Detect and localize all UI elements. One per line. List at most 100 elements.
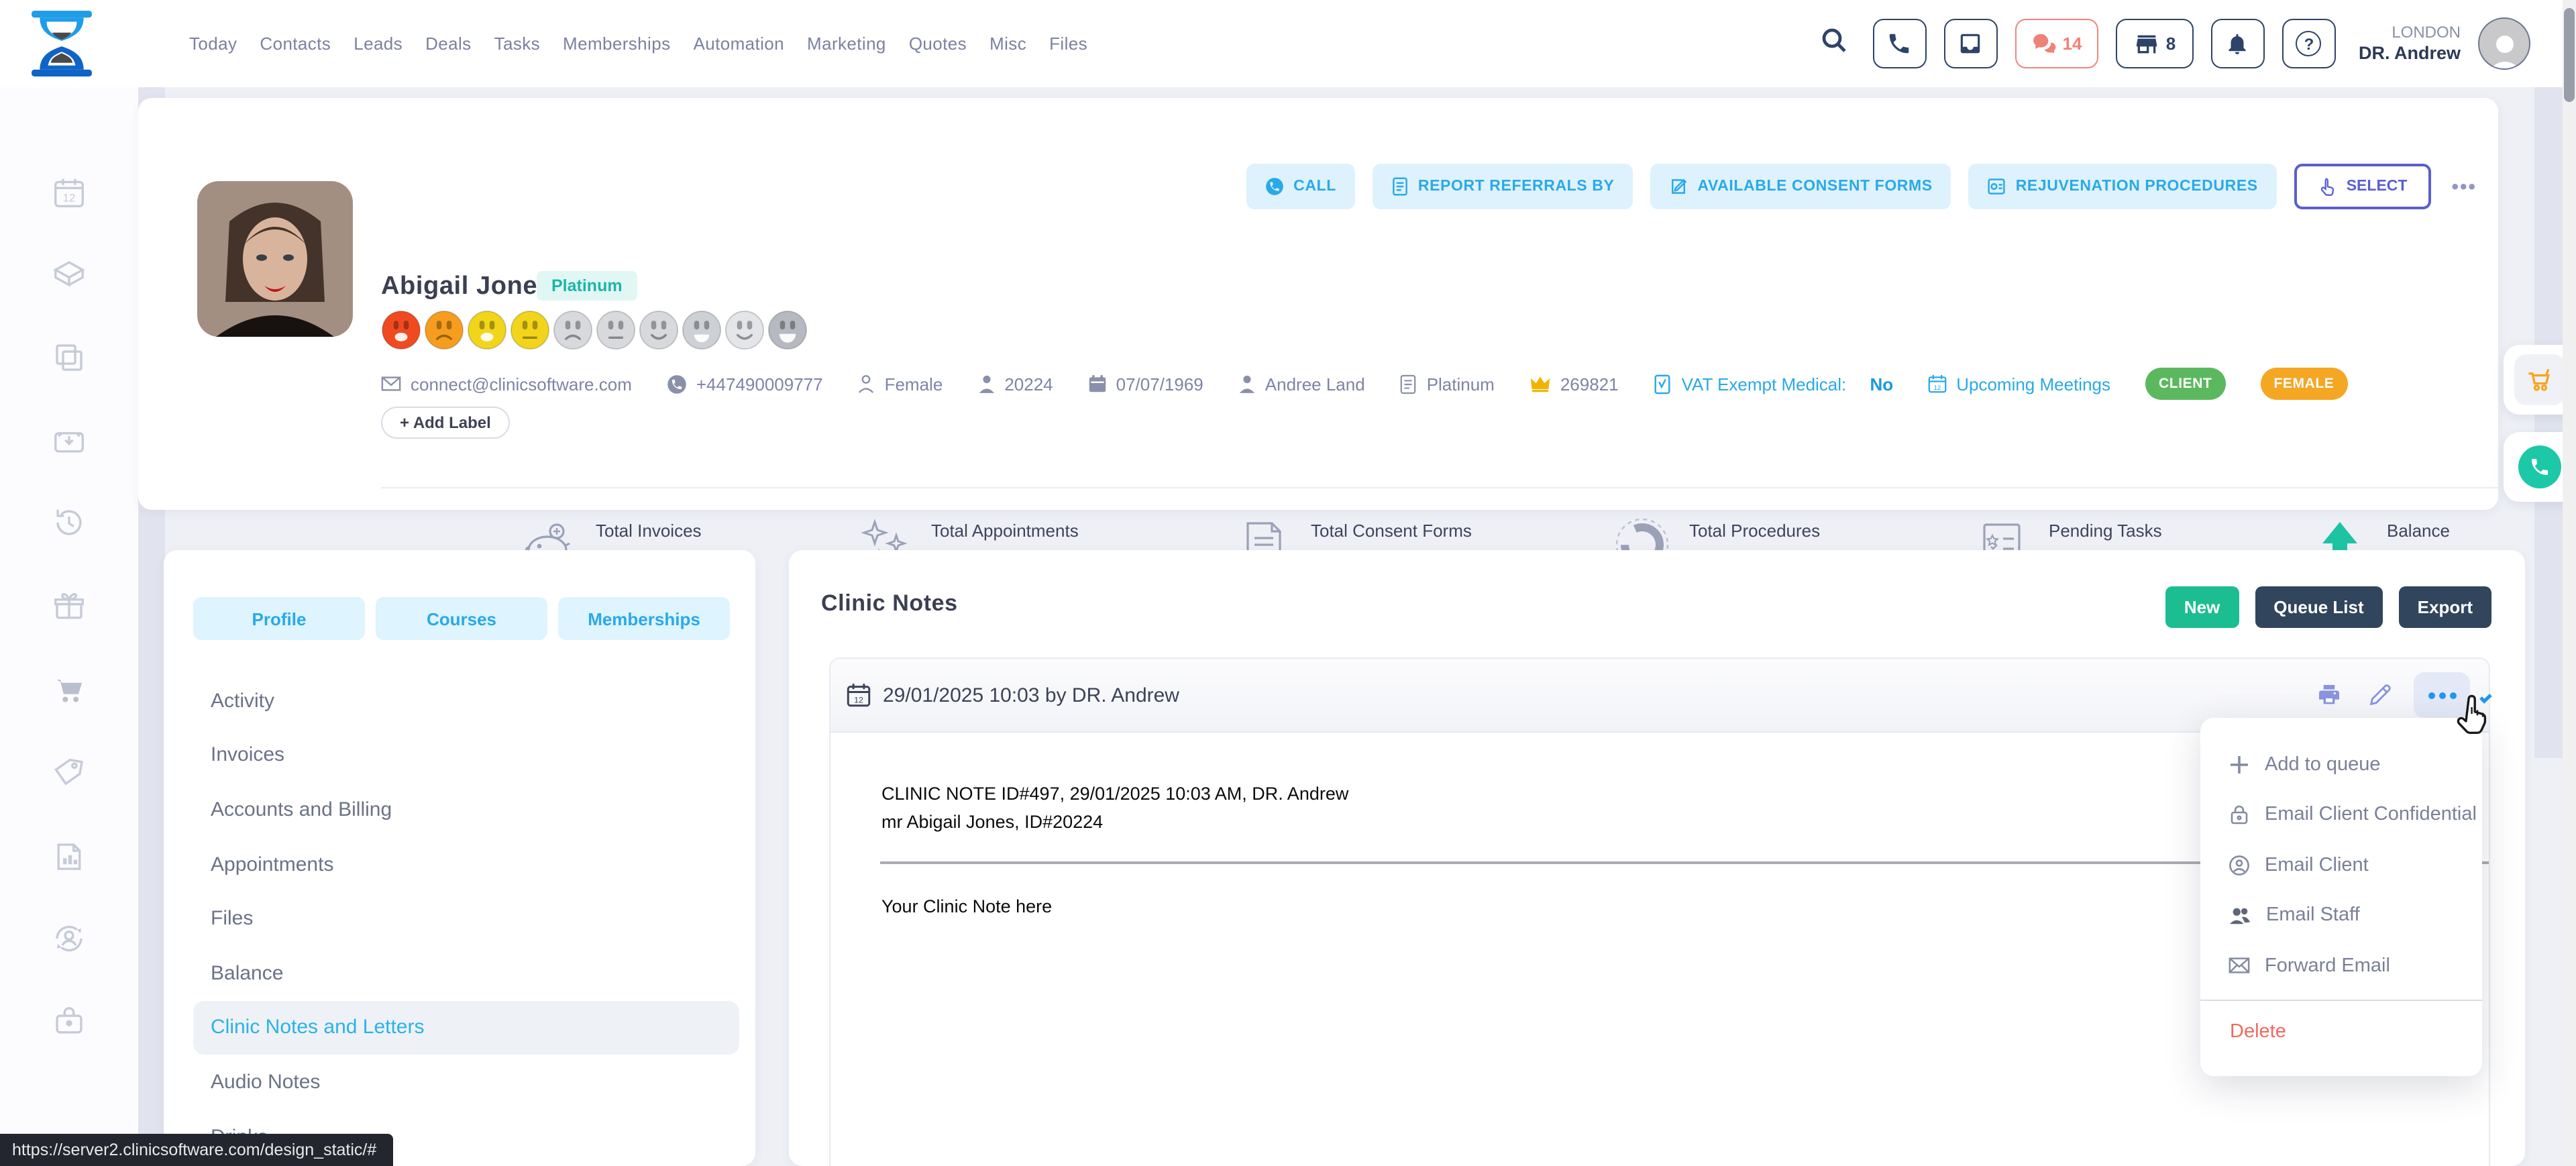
tab-courses[interactable]: Courses	[376, 597, 547, 640]
queue-list-button[interactable]: Queue List	[2255, 586, 2382, 628]
mood-face[interactable]	[553, 310, 593, 350]
mood-face[interactable]	[596, 310, 636, 350]
section-title: Clinic Notes	[821, 590, 958, 617]
menu-email-staff[interactable]: Email Staff	[2200, 890, 2482, 941]
print-icon[interactable]	[2312, 678, 2347, 712]
consent-forms-button[interactable]: AVAILABLE CONSENT FORMS	[1650, 164, 1951, 209]
person-icon	[977, 374, 995, 393]
tag-icon[interactable]	[51, 755, 87, 792]
mood-face[interactable]	[467, 310, 507, 350]
select-button[interactable]: SELECT	[2294, 164, 2432, 209]
tab-memberships[interactable]: Memberships	[558, 597, 730, 640]
mood-face[interactable]	[724, 310, 765, 350]
search-icon[interactable]	[1821, 27, 1847, 60]
consent-icon	[1669, 177, 1688, 196]
mood-face[interactable]	[424, 310, 464, 350]
inbox-icon[interactable]	[1944, 19, 1998, 68]
nav-item[interactable]: Misc	[989, 34, 1026, 54]
mood-face[interactable]	[639, 310, 679, 350]
user-info[interactable]: LONDON DR. Andrew	[2359, 22, 2461, 65]
new-note-button[interactable]: New	[2165, 586, 2239, 628]
menu-delete[interactable]: Delete	[2200, 1007, 2482, 1057]
nav-item[interactable]: Files	[1049, 34, 1087, 54]
phone-icon	[2529, 456, 2551, 478]
profile-menu: Activity Invoices Accounts and Billing A…	[164, 674, 755, 1164]
notifications-icon[interactable]	[2211, 19, 2265, 68]
menu-item-audio-notes[interactable]: Audio Notes	[164, 1055, 755, 1109]
nav-item[interactable]: Deals	[425, 34, 472, 54]
nav-item[interactable]: Today	[189, 34, 237, 54]
page-scrollbar[interactable]	[2563, 0, 2576, 1166]
report-referrals-button[interactable]: REPORT REFERRALS BY	[1373, 164, 1633, 209]
pos-count: 8	[2166, 34, 2176, 54]
cart-icon	[2525, 365, 2555, 394]
person-icon	[858, 374, 875, 393]
redeem-icon[interactable]	[51, 423, 87, 459]
mood-face[interactable]	[767, 310, 808, 350]
locker-icon[interactable]	[51, 1004, 87, 1040]
add-label-button[interactable]: + Add Label	[381, 407, 510, 439]
menu-email-client[interactable]: Email Client	[2200, 840, 2482, 890]
rejuvenation-button[interactable]: REJUVENATION PROCEDURES	[1969, 164, 2277, 209]
gift-icon[interactable]	[51, 589, 87, 625]
upcoming-meetings-link[interactable]: 12 Upcoming Meetings	[1928, 374, 2110, 394]
divider	[381, 487, 2576, 488]
nav-item[interactable]: Tasks	[494, 34, 540, 54]
patient-id: 20224	[977, 374, 1053, 394]
history-icon[interactable]	[51, 505, 87, 541]
nav-item[interactable]: Contacts	[260, 34, 331, 54]
nav-item[interactable]: Memberships	[563, 34, 670, 54]
client-sync-icon[interactable]	[51, 920, 87, 957]
package-icon[interactable]	[51, 256, 87, 293]
patient-phone[interactable]: +447490009777	[667, 374, 823, 394]
vat-exempt-link[interactable]: VAT Exempt Medical: No	[1654, 374, 1894, 394]
messages-icon[interactable]: 14	[2015, 19, 2098, 68]
nav-item[interactable]: Automation	[694, 34, 785, 54]
svg-text:12: 12	[1934, 384, 1941, 392]
export-button[interactable]: Export	[2399, 586, 2491, 628]
clinicsoftware-logo-icon[interactable]	[27, 11, 97, 83]
report-icon[interactable]	[51, 839, 87, 875]
menu-item-appointments[interactable]: Appointments	[164, 837, 755, 892]
call-button[interactable]: CALL	[1246, 164, 1355, 209]
edit-icon[interactable]	[2363, 678, 2398, 712]
mood-face[interactable]	[381, 310, 421, 350]
call-icon	[1265, 177, 1284, 196]
phone-icon[interactable]	[1873, 19, 1927, 68]
calendar-icon[interactable]: 12	[51, 174, 87, 211]
scrollbar-thumb[interactable]	[2564, 8, 2575, 102]
cart-icon[interactable]	[51, 672, 87, 708]
note-more-icon[interactable]	[2414, 672, 2470, 718]
clinicsoftware-app: Today Contacts Leads Deals Tasks Memberships A…	[0, 0, 2576, 1166]
copy-icon[interactable]	[51, 339, 87, 376]
help-icon[interactable]: ?	[2282, 19, 2336, 68]
lock-icon	[2229, 804, 2250, 826]
menu-divider	[2200, 999, 2482, 1000]
menu-item-invoices[interactable]: Invoices	[164, 728, 755, 782]
patient-email[interactable]: connect@clinicsoftware.com	[381, 374, 632, 394]
messages-count: 14	[2063, 34, 2082, 54]
nav-item[interactable]: Leads	[354, 34, 402, 54]
menu-item-activity[interactable]: Activity	[164, 674, 755, 728]
note-date: 12 29/01/2025 10:03 by DR. Andrew	[847, 683, 1179, 707]
menu-item-clinic-notes[interactable]: Clinic Notes and Letters	[193, 1000, 739, 1055]
tier-badge: Platinum	[537, 271, 637, 301]
mood-face[interactable]	[510, 310, 550, 350]
menu-item-balance[interactable]: Balance	[164, 946, 755, 1000]
tab-profile[interactable]: Profile	[193, 597, 365, 640]
nav-item[interactable]: Quotes	[909, 34, 967, 54]
more-actions-icon[interactable]: •••	[2451, 175, 2477, 198]
patient-card: Abigail Jones Platinum	[138, 98, 2498, 510]
nav-item[interactable]: Marketing	[807, 34, 886, 54]
pos-icon[interactable]: 8	[2116, 19, 2194, 68]
menu-forward-email[interactable]: Forward Email	[2200, 941, 2482, 991]
menu-add-to-queue[interactable]: Add to queue	[2200, 739, 2482, 790]
icon-rail: 12	[0, 87, 138, 1166]
top-bar: Today Contacts Leads Deals Tasks Memberships A…	[0, 0, 2576, 87]
mood-face[interactable]	[682, 310, 722, 350]
menu-email-client-confidential[interactable]: Email Client Confidential	[2200, 790, 2482, 840]
user-avatar[interactable]	[2478, 17, 2530, 70]
menu-item-files[interactable]: Files	[164, 892, 755, 946]
gender-badge: FEMALE	[2260, 368, 2347, 400]
menu-item-accounts-billing[interactable]: Accounts and Billing	[164, 782, 755, 837]
